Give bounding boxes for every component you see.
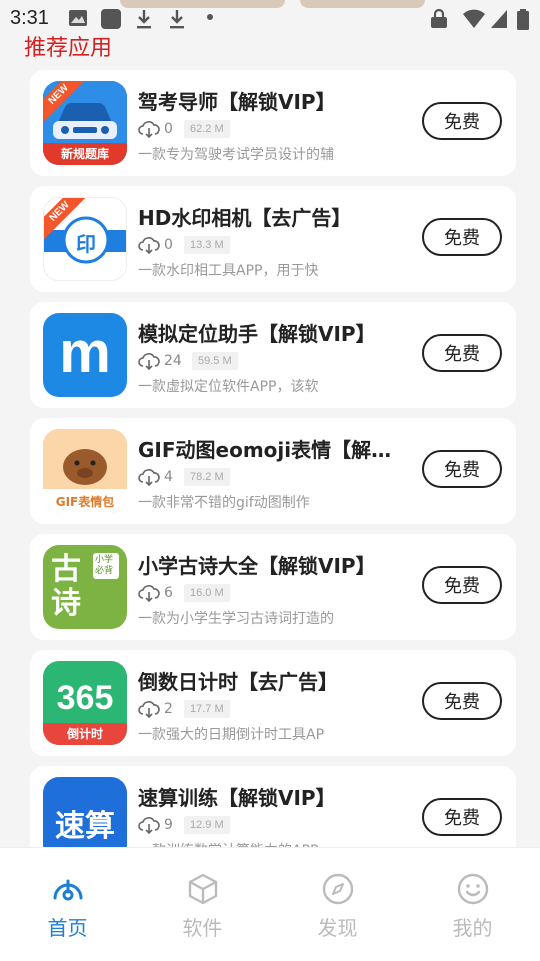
app-description: 一款水印相工具APP，用于快 <box>138 263 319 279</box>
icon-caption: 新规题库 <box>60 147 109 161</box>
nav-item-mine[interactable]: 我的 <box>405 848 540 961</box>
nav-item-software[interactable]: 软件 <box>135 848 270 961</box>
icon-glyph: m <box>59 320 111 385</box>
app-card[interactable]: 365 倒计时 倒数日计时【去广告】 2 17.7 M 一款强大的日期倒计时工具… <box>30 650 516 756</box>
app-name: 模拟定位助手【解锁VIP】 <box>138 322 376 346</box>
cloud-download-icon <box>138 469 160 486</box>
download-count: 2 <box>164 701 173 717</box>
app-notification-icon <box>101 9 121 29</box>
app-card[interactable]: 印 NEW HD水印相机【去广告】 0 13.3 M 一款水印相工具APP，用于… <box>30 186 516 292</box>
app-icon-driving-test: 新规题库 NEW <box>43 81 127 165</box>
app-name: 驾考导师【解锁VIP】 <box>138 90 336 114</box>
file-size: 13.3 M <box>184 236 230 254</box>
status-time: 3:31 <box>10 7 49 29</box>
cloud-download-icon <box>138 701 160 718</box>
cloud-download-icon <box>138 353 160 370</box>
app-meta: 0 13.3 M <box>138 234 230 256</box>
bottom-navigation: 首页 软件 发现 我的 <box>0 847 540 961</box>
free-download-button[interactable]: 免费 <box>422 566 502 604</box>
icon-glyph: 印 <box>76 232 96 256</box>
cube-icon <box>188 873 217 905</box>
compass-icon <box>322 873 353 905</box>
section-title: 推荐应用 <box>24 36 113 61</box>
file-size: 12.9 M <box>184 816 230 834</box>
file-size: 16.0 M <box>184 584 230 602</box>
icon-number: 365 <box>56 679 114 717</box>
app-description: 一款非常不错的gif动图制作 <box>138 495 310 511</box>
download-count: 9 <box>164 817 173 833</box>
wifi-icon <box>463 9 485 28</box>
cloud-download-icon <box>138 121 160 138</box>
smile-icon <box>457 873 488 905</box>
signal-icon <box>491 10 507 28</box>
icon-caption: 倒计时 <box>43 723 127 745</box>
app-meta: 24 59.5 M <box>138 350 238 372</box>
download-count: 24 <box>164 353 182 369</box>
nav-label: 软件 <box>182 916 223 940</box>
icon-caption: GIF表情包 <box>55 495 115 509</box>
download-count: 4 <box>164 469 173 485</box>
app-description: 一款虚拟定位软件APP，该软 <box>138 379 319 395</box>
free-download-button[interactable]: 免费 <box>422 334 502 372</box>
app-icon-watermark-camera: 印 NEW <box>43 197 127 281</box>
free-download-button[interactable]: 免费 <box>422 798 502 836</box>
app-icon-gif-emoji: GIF表情包 <box>43 429 127 513</box>
app-meta: 4 78.2 M <box>138 466 230 488</box>
download-icon <box>170 10 184 29</box>
app-card[interactable]: m 模拟定位助手【解锁VIP】 24 59.5 M 一款虚拟定位软件APP，该软… <box>30 302 516 408</box>
notification-peek <box>120 0 285 8</box>
icon-glyph: 古诗 <box>51 552 81 621</box>
app-name: 速算训练【解锁VIP】 <box>138 786 336 810</box>
free-download-button[interactable]: 免费 <box>422 682 502 720</box>
notification-peek <box>300 0 425 8</box>
file-size: 62.2 M <box>184 120 230 138</box>
file-size: 17.7 M <box>184 700 230 718</box>
app-description: 一款专为驾驶考试学员设计的辅 <box>138 147 334 163</box>
app-card[interactable]: GIF表情包 GIF动图eomoji表情【解锁VIP】 4 78.2 M 一款非… <box>30 418 516 524</box>
download-count: 6 <box>164 585 173 601</box>
free-download-button[interactable]: 免费 <box>422 450 502 488</box>
nav-label: 发现 <box>317 916 358 940</box>
app-card[interactable]: 古诗 小学必背 小学古诗大全【解锁VIP】 6 16.0 M 一款为小学生学习古… <box>30 534 516 640</box>
battery-icon <box>517 9 529 30</box>
app-description: 一款强大的日期倒计时工具AP <box>138 727 325 743</box>
free-download-button[interactable]: 免费 <box>422 218 502 256</box>
app-meta: 9 12.9 M <box>138 814 230 836</box>
icon-glyph: 速算 <box>55 809 115 844</box>
nav-label: 我的 <box>452 916 493 940</box>
more-dot-icon <box>207 14 213 20</box>
app-meta: 2 17.7 M <box>138 698 230 720</box>
nav-item-home[interactable]: 首页 <box>0 848 135 961</box>
download-count: 0 <box>164 237 173 253</box>
app-description: 一款为小学生学习古诗词打造的 <box>138 611 334 627</box>
home-icon <box>53 879 82 901</box>
image-icon <box>69 10 87 26</box>
free-download-button[interactable]: 免费 <box>422 102 502 140</box>
icon-subcaption: 小学必背 <box>93 553 119 579</box>
nav-label: 首页 <box>47 916 88 940</box>
app-name: GIF动图eomoji表情【解锁VIP】 <box>138 438 410 462</box>
app-name: 倒数日计时【去广告】 <box>138 670 338 694</box>
cloud-download-icon <box>138 237 160 254</box>
app-meta: 0 62.2 M <box>138 118 230 140</box>
app-name: HD水印相机【去广告】 <box>138 206 352 230</box>
cloud-download-icon <box>138 585 160 602</box>
app-icon-location-assistant: m <box>43 313 127 397</box>
app-meta: 6 16.0 M <box>138 582 230 604</box>
file-size: 78.2 M <box>184 468 230 486</box>
download-icon <box>137 10 151 29</box>
nav-item-discover[interactable]: 发现 <box>270 848 405 961</box>
file-size: 59.5 M <box>192 352 238 370</box>
app-icon-countdown-days: 365 倒计时 <box>43 661 127 745</box>
cloud-download-icon <box>138 817 160 834</box>
app-icon-ancient-poems: 古诗 小学必背 <box>43 545 127 629</box>
download-count: 0 <box>164 121 173 137</box>
app-name: 小学古诗大全【解锁VIP】 <box>138 554 376 578</box>
lock-icon <box>431 9 447 28</box>
app-card[interactable]: 新规题库 NEW 驾考导师【解锁VIP】 0 62.2 M 一款专为驾驶考试学员… <box>30 70 516 176</box>
